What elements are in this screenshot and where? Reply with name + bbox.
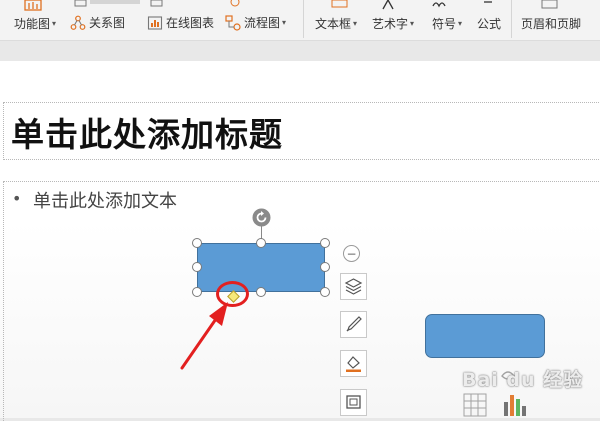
- resize-handle-bottom-right[interactable]: [320, 287, 330, 297]
- chart-icon: [24, 0, 42, 11]
- bullet-point: •: [12, 189, 22, 208]
- symbol-icon-partial: [432, 2, 446, 8]
- ribbon-symbol-label: 符号: [432, 17, 457, 31]
- ribbon-wordart-button[interactable]: 艺术字 ▾: [372, 15, 414, 32]
- pen-icon: [346, 316, 362, 332]
- chevron-down-icon: ▾: [52, 19, 57, 28]
- ribbon-textbox-button[interactable]: 文本框 ▾: [315, 15, 357, 32]
- ribbon-flowchart-button[interactable]: 流程图 ▾: [225, 14, 286, 31]
- ribbon-relation-chart-button[interactable]: 关系图: [70, 14, 125, 31]
- ribbon-relation-chart-label: 关系图: [89, 16, 126, 30]
- ribbon-function-chart-button[interactable]: 功能图 ▾: [14, 15, 56, 32]
- chevron-down-icon: ▾: [282, 18, 287, 27]
- ribbon-wordart-label: 艺术字: [372, 17, 409, 31]
- ribbon-header-footer-button[interactable]: 页眉和页脚: [521, 15, 581, 32]
- fill-button[interactable]: [340, 350, 367, 377]
- editor-canvas: [0, 41, 600, 61]
- online-chart-icon: [147, 15, 163, 30]
- ribbon-divider: [511, 0, 512, 38]
- watermark-text: Bai du 经验: [462, 369, 584, 391]
- resize-handle-left[interactable]: [192, 262, 202, 272]
- selected-rectangle-shape[interactable]: [197, 243, 325, 292]
- ribbon-function-chart-label: 功能图: [14, 17, 51, 31]
- resize-handle-top[interactable]: [256, 238, 266, 248]
- title-text: 单击此处添加标题: [11, 115, 283, 154]
- textbox-icon-partial: [331, 0, 348, 8]
- ribbon-flowchart-label: 流程图: [244, 16, 281, 30]
- outline-button[interactable]: [340, 389, 367, 416]
- chevron-down-icon: ▾: [410, 19, 415, 28]
- relation-chart-icon: [70, 15, 86, 30]
- header-footer-icon-partial: [541, 0, 558, 9]
- body-text: 单击此处添加文本: [33, 191, 177, 212]
- collapse-toolbar-button[interactable]: −: [343, 245, 360, 262]
- picture-icon-partial: [150, 0, 163, 7]
- red-arrow-icon: [180, 302, 228, 370]
- layers-icon: [344, 278, 363, 295]
- outline-icon: [346, 395, 361, 409]
- rounded-rectangle-shape[interactable]: [425, 314, 545, 358]
- ribbon-toolbar: 功能图 ▾ 关系图 在线图表 流程图 ▾ 文本框 ▾ 艺术字 ▾ 符号 ▾ 公式…: [0, 0, 600, 41]
- rotate-handle-icon[interactable]: [252, 208, 271, 227]
- ribbon-online-chart-label: 在线图表: [166, 16, 215, 30]
- fill-icon: [346, 356, 361, 372]
- wordart-icon-partial: [382, 0, 394, 10]
- shape-style-button[interactable]: [340, 311, 367, 338]
- chevron-down-icon: ▾: [353, 19, 358, 28]
- ribbon-divider: [303, 0, 304, 38]
- ribbon-formula-label: 公式: [477, 17, 502, 31]
- ribbon-online-chart-button[interactable]: 在线图表: [147, 14, 214, 31]
- shape-icon-partial: [74, 0, 87, 7]
- resize-handle-bottom[interactable]: [256, 287, 266, 297]
- ribbon-textbox-label: 文本框: [315, 17, 352, 31]
- ribbon-symbol-button[interactable]: 符号 ▾: [432, 15, 462, 32]
- ribbon-header-footer-label: 页眉和页脚: [521, 17, 582, 31]
- resize-handle-top-right[interactable]: [320, 238, 330, 248]
- resize-handle-top-left[interactable]: [192, 238, 202, 248]
- chevron-down-icon: ▾: [458, 19, 463, 28]
- flowchart-icon: [225, 14, 241, 31]
- ribbon-formula-button[interactable]: 公式: [477, 15, 501, 32]
- resize-handle-right[interactable]: [320, 262, 330, 272]
- formula-icon-partial: [484, 1, 492, 3]
- smartart-icon-partial: [230, 0, 240, 7]
- truncated-label: [90, 0, 140, 4]
- layers-button[interactable]: [340, 273, 367, 300]
